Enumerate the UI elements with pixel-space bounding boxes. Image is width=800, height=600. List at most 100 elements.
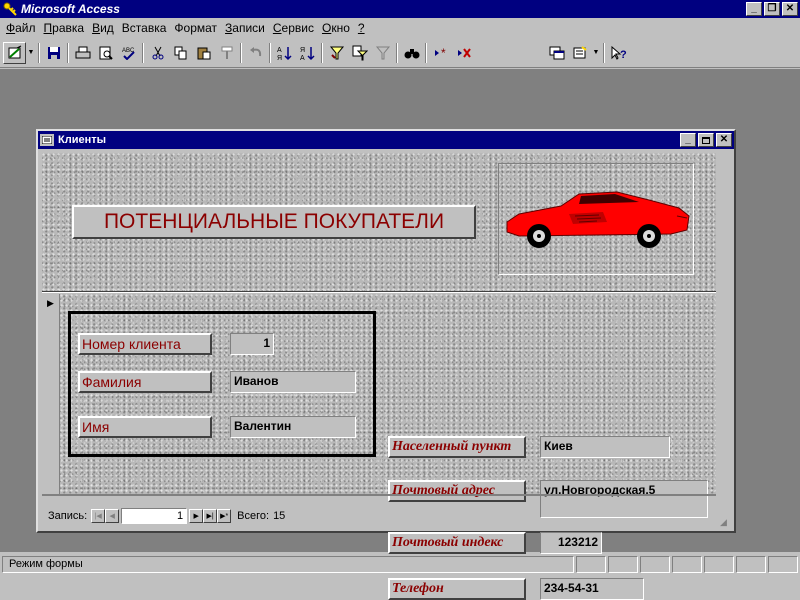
form-header: ПОТЕНЦИАЛЬНЫЕ ПОКУПАТЕЛИ	[42, 153, 716, 291]
filter-by-form-button[interactable]	[348, 42, 371, 64]
previous-record-button[interactable]: ◀	[105, 509, 120, 523]
status-panel	[704, 556, 734, 573]
form-close-button[interactable]: ✕	[716, 133, 732, 147]
format-painter-button[interactable]	[215, 42, 238, 64]
record-number-input[interactable]: 1	[121, 508, 188, 524]
record-number-value: 1	[177, 510, 184, 522]
status-panel	[576, 556, 606, 573]
delete-record-button[interactable]	[452, 42, 475, 64]
print-preview-icon	[99, 46, 113, 60]
print-button[interactable]	[71, 42, 94, 64]
save-button[interactable]	[42, 42, 65, 64]
find-icon	[404, 48, 419, 58]
status-panel	[768, 556, 798, 573]
new-record-nav-icon: ▶*	[220, 513, 229, 520]
menu-help[interactable]: ?	[354, 21, 369, 35]
restore-icon: ❐	[767, 3, 777, 14]
client-number-value: 1	[263, 336, 270, 350]
find-button[interactable]	[400, 42, 423, 64]
sort-descending-icon: ЯA	[300, 46, 315, 61]
client-number-field[interactable]: 1	[230, 333, 274, 355]
last-record-button[interactable]: ▶|	[203, 509, 218, 523]
svg-text:Я: Я	[300, 47, 305, 54]
new-record-nav-button[interactable]: ▶*	[217, 509, 232, 523]
menu-edit[interactable]: Правка	[40, 21, 89, 35]
copy-button[interactable]	[169, 42, 192, 64]
database-window-icon	[549, 46, 564, 59]
city-label: Населенный пункт	[388, 436, 526, 458]
svg-text:*: *	[441, 46, 446, 60]
app-title-bar: Microsoft Access _ ❐ ✕	[0, 0, 800, 18]
last-name-value: Иванов	[234, 374, 279, 388]
phone-label: Телефон	[388, 578, 526, 600]
design-view-button[interactable]	[3, 41, 26, 64]
minimize-icon: _	[685, 134, 691, 145]
menu-bar: Файл Правка Вид Вставка Формат Записи Се…	[0, 18, 800, 38]
database-window-button[interactable]	[545, 42, 568, 64]
paste-button[interactable]	[192, 42, 215, 64]
zip-field[interactable]: 123212	[540, 532, 602, 554]
menu-tools[interactable]: Сервис	[269, 21, 318, 35]
print-preview-button[interactable]	[94, 42, 117, 64]
view-dropdown-arrow[interactable]: ▼	[26, 42, 36, 64]
apply-filter-button[interactable]	[371, 42, 394, 64]
first-name-field[interactable]: Валентин	[230, 416, 356, 438]
close-button[interactable]: ✕	[782, 2, 798, 16]
first-name-label: Имя	[78, 416, 212, 438]
resize-grip-icon[interactable]: ◢	[720, 517, 732, 529]
zip-value: 123212	[557, 535, 598, 549]
maximize-icon	[702, 136, 710, 144]
toolbar-separator	[601, 42, 607, 64]
next-record-button[interactable]: ▶	[189, 509, 204, 523]
menu-view[interactable]: Вид	[88, 21, 118, 35]
status-panel	[672, 556, 702, 573]
sort-ascending-icon: AЯ	[277, 46, 292, 61]
undo-button[interactable]	[244, 42, 267, 64]
new-record-button[interactable]: *	[429, 42, 452, 64]
status-panel	[736, 556, 766, 573]
previous-record-icon: ◀	[109, 513, 115, 520]
first-name-value: Валентин	[234, 419, 292, 433]
city-field[interactable]: Киев	[540, 436, 670, 458]
form-icon[interactable]	[40, 134, 54, 146]
new-object-button[interactable]	[568, 42, 591, 64]
menu-records[interactable]: Записи	[221, 21, 269, 35]
spelling-button[interactable]: ABC	[117, 42, 140, 64]
menu-file[interactable]: Файл	[2, 21, 40, 35]
new-object-dropdown-arrow[interactable]: ▼	[591, 42, 601, 64]
menu-insert[interactable]: Вставка	[118, 21, 171, 35]
menu-window[interactable]: Окно	[318, 21, 354, 35]
access-key-icon[interactable]	[2, 1, 18, 17]
sort-descending-button[interactable]: ЯA	[296, 42, 319, 64]
form-maximize-button[interactable]	[698, 133, 714, 147]
form-minimize-button[interactable]: _	[680, 133, 696, 147]
toolbar-separator	[140, 42, 146, 64]
menu-format[interactable]: Формат	[170, 21, 221, 35]
city-value: Киев	[544, 439, 573, 453]
status-panel	[640, 556, 670, 573]
undo-icon	[249, 46, 261, 56]
apply-filter-icon	[375, 46, 390, 59]
design-view-icon	[8, 45, 21, 58]
new-object-icon	[573, 45, 587, 58]
print-icon	[75, 46, 90, 58]
toolbar-separator	[423, 42, 429, 64]
first-record-button[interactable]: |◀	[91, 509, 106, 523]
restore-button[interactable]: ❐	[764, 2, 780, 16]
form-section-divider	[42, 291, 716, 293]
minimize-button[interactable]: _	[746, 2, 762, 16]
next-record-icon: ▶	[193, 513, 199, 520]
new-record-icon: *	[434, 46, 446, 60]
paste-icon	[197, 47, 210, 59]
last-name-field[interactable]: Иванов	[230, 371, 356, 393]
filter-by-selection-button[interactable]	[325, 42, 348, 64]
help-button[interactable]: ?	[607, 42, 630, 64]
phone-field[interactable]: 234-54-31	[540, 578, 644, 600]
record-selector[interactable]: ▶	[42, 294, 60, 494]
toolbar-separator	[65, 42, 71, 64]
cut-button[interactable]	[146, 42, 169, 64]
filter-by-selection-icon	[329, 46, 344, 59]
sort-ascending-button[interactable]: AЯ	[273, 42, 296, 64]
toolbar-separator	[36, 42, 42, 64]
spelling-icon: ABC	[122, 48, 135, 60]
